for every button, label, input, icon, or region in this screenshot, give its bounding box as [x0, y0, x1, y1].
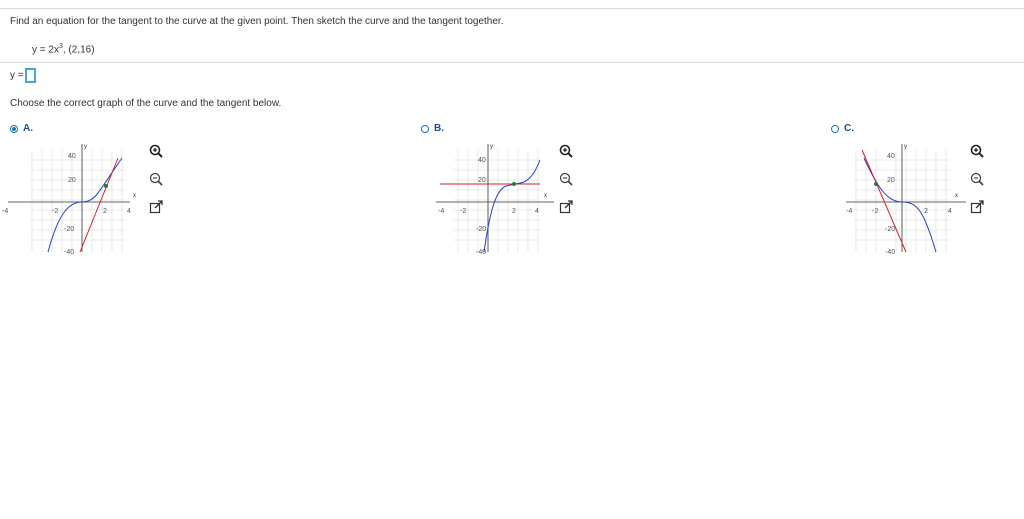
- y-axis-label: y: [490, 144, 493, 150]
- section-divider: [0, 62, 1024, 63]
- y-tick-40: 40: [68, 153, 76, 160]
- answer-label: y =: [10, 70, 24, 81]
- x-tick-neg2: -2: [52, 208, 58, 215]
- equation-prefix: y = 2x: [32, 44, 59, 56]
- x-tick-neg2: -2: [460, 208, 466, 215]
- open-new-window-icon[interactable]: [969, 199, 985, 215]
- y-tick-neg40: -40: [885, 249, 895, 256]
- zoom-out-icon[interactable]: [558, 171, 574, 187]
- option-a[interactable]: A.: [10, 123, 33, 134]
- y-tick-20: 20: [887, 177, 895, 184]
- y-tick-40: 40: [887, 153, 895, 160]
- graph-a: y x 40 20 -20 -40 -4 -2 2 4: [2, 144, 136, 256]
- x-tick-2: 2: [512, 208, 516, 215]
- tangent-point: [512, 182, 516, 186]
- tangent-line: [79, 157, 119, 253]
- given-equation: y = 2x3, (2,16): [32, 43, 95, 55]
- y-tick-20: 20: [478, 177, 486, 184]
- choose-prompt: Choose the correct graph of the curve an…: [10, 98, 282, 109]
- x-tick-4: 4: [535, 208, 539, 215]
- y-tick-neg20: -20: [885, 226, 895, 233]
- graph-b: y x 40 20 -20 -40 -4 -2 2 4: [436, 144, 554, 256]
- option-b[interactable]: B.: [421, 123, 444, 134]
- equation-point: , (2,16): [62, 44, 95, 56]
- x-tick-neg4: -4: [438, 208, 444, 215]
- curve: [47, 157, 123, 253]
- tangent-line: [861, 149, 907, 253]
- zoom-out-icon[interactable]: [148, 171, 164, 187]
- top-divider: [0, 8, 1024, 9]
- tangent-point: [104, 184, 108, 188]
- x-tick-2: 2: [103, 208, 107, 215]
- option-c-radio[interactable]: [831, 124, 839, 133]
- x-tick-4: 4: [948, 208, 952, 215]
- answer-input[interactable]: [24, 68, 36, 83]
- zoom-in-icon[interactable]: [969, 143, 985, 159]
- y-tick-40: 40: [478, 157, 486, 164]
- x-tick-4: 4: [127, 208, 131, 215]
- y-tick-neg20: -20: [476, 226, 486, 233]
- zoom-in-icon[interactable]: [148, 143, 164, 159]
- curve: [483, 159, 541, 253]
- y-tick-neg20: -20: [64, 226, 74, 233]
- answer-row: y =: [10, 68, 36, 83]
- x-tick-neg2: -2: [872, 208, 878, 215]
- zoom-out-icon[interactable]: [969, 171, 985, 187]
- question-prompt: Find an equation for the tangent to the …: [10, 16, 504, 27]
- open-new-window-icon[interactable]: [148, 199, 164, 215]
- option-b-label: B.: [434, 123, 444, 134]
- option-c[interactable]: C.: [831, 123, 854, 134]
- x-tick-2: 2: [924, 208, 928, 215]
- y-axis-label: y: [84, 144, 87, 150]
- x-tick-neg4: -4: [2, 208, 8, 215]
- y-tick-20: 20: [68, 177, 76, 184]
- option-b-radio[interactable]: [421, 124, 429, 133]
- option-a-radio[interactable]: [10, 124, 18, 133]
- open-new-window-icon[interactable]: [558, 199, 574, 215]
- y-axis-label: y: [904, 144, 907, 150]
- x-axis-label: x: [133, 193, 136, 199]
- option-a-label: A.: [23, 123, 33, 134]
- graph-c: y x 40 20 -20 -40 -4 -2 2 4: [846, 144, 966, 256]
- x-axis-label: x: [544, 193, 547, 199]
- y-tick-neg40: -40: [64, 249, 74, 256]
- tangent-point: [874, 182, 878, 186]
- zoom-in-icon[interactable]: [558, 143, 574, 159]
- x-tick-neg4: -4: [846, 208, 852, 215]
- x-axis-label: x: [955, 193, 958, 199]
- option-c-label: C.: [844, 123, 854, 134]
